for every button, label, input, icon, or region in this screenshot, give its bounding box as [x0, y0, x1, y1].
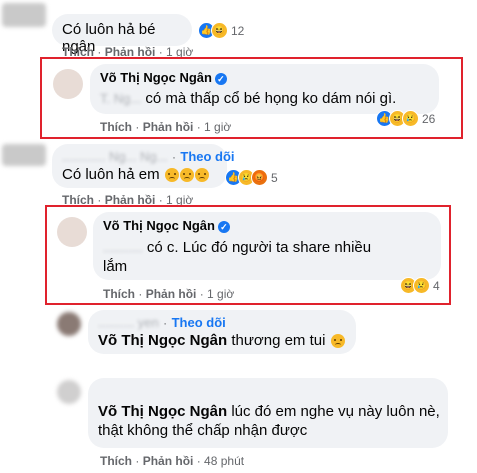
reply-link[interactable]: Phản hồi	[143, 454, 194, 468]
reactions[interactable]: 👍 😢 😡 5	[225, 169, 278, 186]
comment-text-continued: thật không thể chấp nhận được	[98, 422, 308, 439]
reactions[interactable]: 👍 😆 12	[198, 22, 244, 39]
sad-emoji-icon	[179, 168, 194, 183]
verified-badge-icon: ✓	[217, 220, 230, 233]
verified-badge-icon: ✓	[214, 72, 227, 85]
like-link[interactable]: Thích	[100, 454, 132, 468]
avatar[interactable]	[53, 69, 83, 99]
commenter-avatar[interactable]	[2, 3, 46, 27]
angry-reaction-icon: 😡	[251, 169, 268, 186]
comment-actions: Thích · Phản hồi · 1 giờ	[103, 287, 235, 301]
mention[interactable]: Võ Thị Ngọc Ngân	[98, 332, 227, 349]
comment-text: có mà thấp cổ bé họng ko dám nói gì.	[145, 90, 397, 107]
comment-bubble-3: ............ Ng... Ng... · Theo dõi Có l…	[52, 144, 235, 188]
comment-text: có c. Lúc đó người ta share nhiều	[146, 239, 372, 256]
reply-link[interactable]: Phản hồi	[143, 120, 194, 134]
comment-text-continued: lắm	[103, 258, 128, 275]
mention[interactable]: T. Ng...	[100, 91, 141, 106]
timestamp[interactable]: 1 giờ	[207, 287, 234, 301]
reaction-count: 12	[231, 23, 245, 38]
commenter-avatar[interactable]	[2, 144, 46, 166]
sad-emoji-icon	[330, 334, 345, 349]
sad-reaction-icon: 😢	[413, 277, 430, 294]
comment-bubble-5: .......... yen · Theo dõi Võ Thị Ngọc Ng…	[88, 310, 356, 354]
commenter-avatar[interactable]	[57, 380, 81, 404]
mention[interactable]: ...........	[103, 240, 143, 255]
follow-button[interactable]: Theo dõi	[180, 149, 234, 164]
timestamp[interactable]: 48 phút	[204, 454, 244, 468]
comment-text: lúc đó em nghe vụ này luôn nè,	[227, 403, 440, 420]
comment-bubble-2: Võ Thị Ngọc Ngân ✓ T. Ng... có mà thấp cổ…	[90, 64, 439, 114]
commenter-name[interactable]: Võ Thị Ngọc Ngân ✓	[100, 70, 227, 85]
comment-text: Có luôn hả em	[62, 166, 160, 183]
sad-reaction-icon: 😢	[402, 110, 419, 127]
reply-link[interactable]: Phản hồi	[146, 287, 197, 301]
like-link[interactable]: Thích	[100, 120, 132, 134]
sad-emoji-icon	[164, 168, 179, 183]
reaction-count: 4	[433, 278, 440, 293]
comment-bubble-1: Có luôn hả bé ngân	[52, 14, 192, 55]
commenter-name[interactable]: Võ Thị Ngọc Ngân ✓	[103, 218, 230, 233]
haha-reaction-icon: 😆	[211, 22, 228, 39]
reactions[interactable]: 😆 😢 4	[400, 277, 440, 294]
like-link[interactable]: Thích	[103, 287, 135, 301]
sad-emoji-icon	[194, 168, 209, 183]
comment-bubble-4: Võ Thị Ngọc Ngân ✓ ........... có c. Lúc …	[93, 212, 441, 280]
reactions[interactable]: 👍 😆 😢 26	[376, 110, 435, 127]
comment-text: thương em tui	[227, 332, 326, 349]
commenter-avatar[interactable]	[57, 312, 81, 336]
reaction-count: 26	[422, 111, 436, 126]
commenter-name[interactable]: .......... yen	[98, 315, 159, 330]
comment-actions: Thích · Phản hồi · 48 phút	[100, 454, 245, 468]
comment-actions: Thích · Phản hồi · 1 giờ	[100, 120, 232, 134]
reaction-count: 5	[271, 170, 278, 185]
avatar[interactable]	[57, 217, 87, 247]
commenter-name[interactable]: ............ Ng... Ng...	[62, 149, 167, 164]
mention[interactable]: Võ Thị Ngọc Ngân	[98, 403, 227, 420]
comment-bubble-6: Võ Thị Ngọc Ngân lúc đó em nghe vụ này l…	[88, 378, 448, 448]
timestamp[interactable]: 1 giờ	[204, 120, 231, 134]
follow-button[interactable]: Theo dõi	[172, 315, 226, 330]
